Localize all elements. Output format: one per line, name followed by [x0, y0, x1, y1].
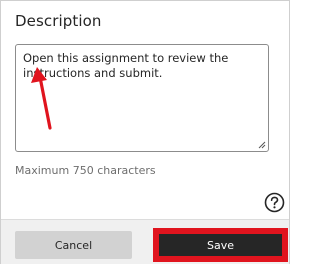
save-button-highlight: Save: [153, 228, 288, 262]
cancel-button[interactable]: Cancel: [15, 231, 132, 259]
dialog-footer: Cancel Save: [1, 219, 289, 264]
help-icon[interactable]: [264, 192, 285, 213]
description-text[interactable]: Open this assignment to review the instr…: [23, 51, 263, 80]
character-limit-hint: Maximum 750 characters: [15, 164, 156, 177]
resize-grip-icon[interactable]: [257, 140, 266, 149]
description-heading: Description: [15, 12, 102, 30]
save-button[interactable]: Save: [159, 234, 282, 256]
description-textarea[interactable]: Open this assignment to review the instr…: [15, 44, 269, 152]
description-panel: Description Open this assignment to revi…: [0, 0, 290, 264]
